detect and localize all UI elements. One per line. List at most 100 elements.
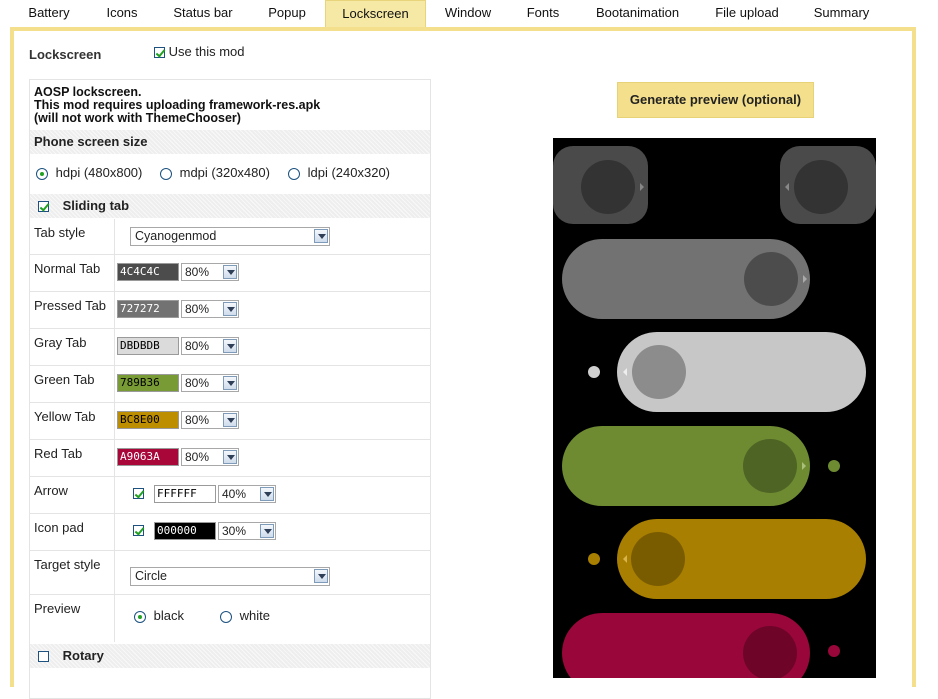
preview-graphic [553,146,876,678]
tab-bootanimation[interactable]: Bootanimation [585,0,690,27]
radio-ldpi[interactable] [288,167,300,180]
target-style-value: Circle [135,569,167,583]
color-row: Gray Tab DBDBDB 80% [30,328,430,365]
chevron-down-icon [260,524,274,538]
use-mod-label: Use this mod [168,44,245,59]
preview-row: Preview black white [30,594,430,642]
green-tab-handle [743,439,797,493]
arrow-row: Arrow FFFFFF 40% [30,476,430,513]
tab-file-upload[interactable]: File upload [704,0,790,27]
description-line-3: (will not work with ThemeChooser) [34,111,241,125]
icon-pad-checkbox[interactable] [133,525,144,536]
icon-pad-color-value: 000000 [157,524,197,537]
color-row-label: Yellow Tab [30,403,115,439]
use-mod-checkbox[interactable] [154,47,165,59]
generate-preview-button[interactable]: Generate preview (optional) [617,82,814,118]
phone-size-hdpi[interactable]: hdpi (480x800) [36,165,142,180]
preview-label: Preview [30,595,115,642]
opacity-select[interactable]: 80% [181,448,239,466]
rotary-label: Rotary [62,648,104,663]
target-dot-green [828,460,840,472]
color-value: 789B36 [120,376,160,389]
color-field[interactable]: BC8E00 [117,411,179,429]
chevron-down-icon [314,569,328,583]
phone-size-ldpi[interactable]: ldpi (240x320) [288,165,390,180]
opacity-select[interactable]: 80% [181,411,239,429]
tab-summary[interactable]: Summary [805,0,878,27]
radio-hdpi[interactable] [36,167,48,180]
chevron-down-icon [260,487,274,501]
tab-style-select[interactable]: Cyanogenmod [130,227,330,246]
color-field[interactable]: DBDBDB [117,337,179,355]
icon-pad-label: Icon pad [30,514,115,550]
rotary-checkbox[interactable] [38,651,49,663]
opacity-value: 80% [185,413,210,427]
opacity-select[interactable]: 80% [181,300,239,318]
tab-lockscreen[interactable]: Lockscreen [325,0,426,27]
tab-window[interactable]: Window [435,0,501,27]
tab-style-row: Tab style Cyanogenmod [30,219,430,254]
gray-tab-handle [632,345,686,399]
sliding-tab-checkbox[interactable] [38,201,49,213]
color-row: Red Tab A9063A 80% [30,439,430,476]
phone-size-mdpi[interactable]: mdpi (320x480) [160,165,270,180]
color-field[interactable]: 727272 [117,300,179,318]
radio-mdpi[interactable] [160,167,172,180]
tab-style-label: Tab style [30,219,115,254]
arrow-checkbox[interactable] [133,488,144,499]
right-corner-handle [794,160,848,214]
phone-size-header: Phone screen size [30,130,430,154]
opacity-value: 80% [185,302,210,316]
tab-style-value: Cyanogenmod [135,229,217,243]
opacity-value: 80% [185,265,210,279]
target-style-row: Target style Circle [30,550,430,594]
icon-pad-opacity-select[interactable]: 30% [218,522,276,540]
opacity-select[interactable]: 80% [181,263,239,281]
lockscreen-preview [553,138,876,678]
rotary-header: Rotary [30,644,430,668]
arrow-color-field[interactable]: FFFFFF [154,485,216,503]
tab-popup[interactable]: Popup [258,0,316,27]
chevron-down-icon [223,376,237,390]
icon-pad-color-field[interactable]: 000000 [154,522,216,540]
color-field[interactable]: 4C4C4C [117,263,179,281]
chevron-down-icon [314,229,328,243]
chevron-down-icon [223,413,237,427]
use-mod-toggle[interactable]: Use this mod [154,44,245,59]
target-dot-gray [588,366,600,378]
chevron-down-icon [223,450,237,464]
section-title: Lockscreen [29,47,102,62]
preview-option-white[interactable]: white [220,608,270,623]
target-dot-yellow [588,553,600,565]
arrow-opacity-value: 40% [222,487,247,501]
color-value: BC8E00 [120,413,160,426]
color-row: Pressed Tab 727272 80% [30,291,430,328]
color-row: Yellow Tab BC8E00 80% [30,402,430,439]
color-row: Normal Tab 4C4C4C 80% [30,254,430,291]
arrow-color-value: FFFFFF [157,487,197,500]
radio-mdpi-label: mdpi (320x480) [179,165,270,180]
icon-pad-row: Icon pad 000000 30% [30,513,430,550]
preview-option-black[interactable]: black [134,608,184,623]
radio-white[interactable] [220,610,232,623]
opacity-value: 80% [185,339,210,353]
chevron-down-icon [223,339,237,353]
arrow-label: Arrow [30,477,115,513]
tab-icons[interactable]: Icons [96,0,148,27]
arrow-opacity-select[interactable]: 40% [218,485,276,503]
opacity-select[interactable]: 80% [181,374,239,392]
color-field[interactable]: A9063A [117,448,179,466]
left-corner-handle [581,160,635,214]
tab-battery[interactable]: Battery [17,0,81,27]
color-row-label: Gray Tab [30,329,115,365]
settings-panel: AOSP lockscreen. This mod requires uploa… [29,79,431,699]
radio-black[interactable] [134,610,146,623]
chevron-down-icon [223,302,237,316]
target-style-select[interactable]: Circle [130,567,330,586]
pressed-tab-handle [744,252,798,306]
tab-fonts[interactable]: Fonts [517,0,569,27]
tab-status-bar[interactable]: Status bar [162,0,244,27]
opacity-select[interactable]: 80% [181,337,239,355]
color-value: 4C4C4C [120,265,160,278]
color-field[interactable]: 789B36 [117,374,179,392]
